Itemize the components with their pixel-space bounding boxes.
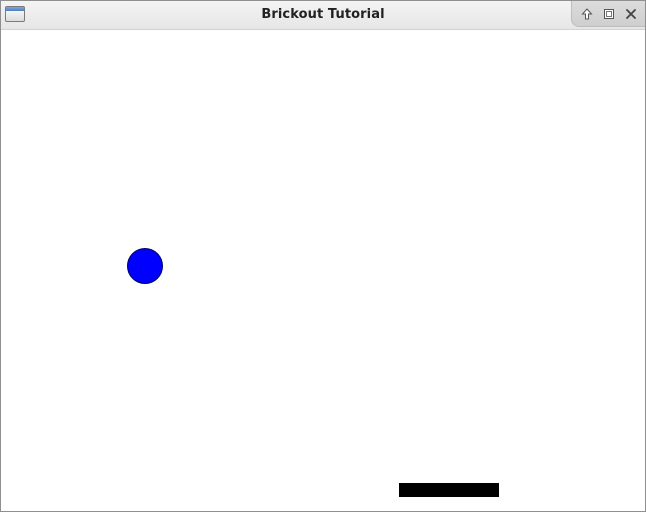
close-icon[interactable] [624,7,638,21]
maximize-icon[interactable] [602,7,616,21]
shade-arrow-up-icon[interactable] [580,7,594,21]
app-window: Brickout Tutorial [0,0,646,512]
game-canvas[interactable] [1,30,645,511]
window-controls [571,1,645,27]
title-bar[interactable]: Brickout Tutorial [1,1,645,30]
window-title: Brickout Tutorial [261,7,385,22]
paddle[interactable] [399,483,499,497]
ball [127,248,163,284]
